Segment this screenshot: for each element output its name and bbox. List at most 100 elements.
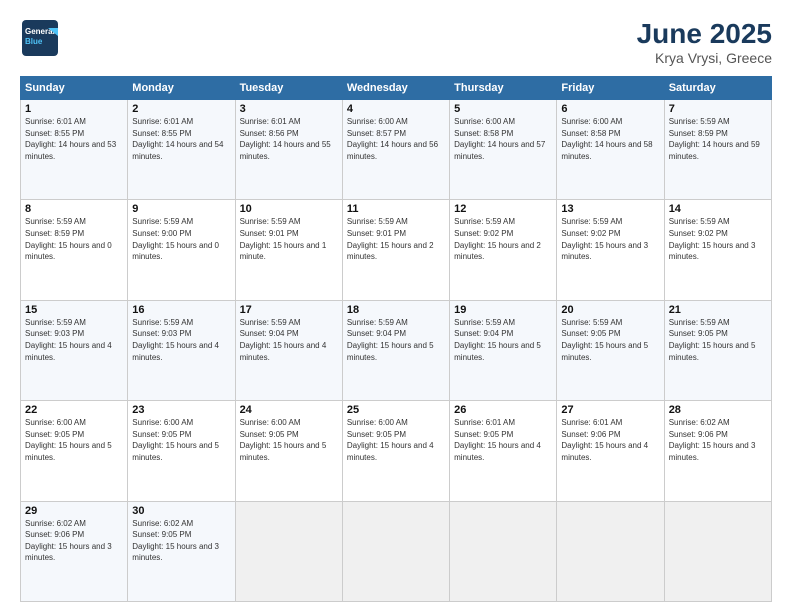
day-number: 16	[132, 304, 230, 316]
day-info: Sunrise: 5:59 AMSunset: 9:03 PMDaylight:…	[25, 317, 123, 363]
calendar-cell	[664, 501, 771, 601]
day-number: 25	[347, 404, 445, 416]
svg-text:Blue: Blue	[25, 37, 43, 46]
calendar-cell: 26 Sunrise: 6:01 AMSunset: 9:05 PMDaylig…	[450, 401, 557, 501]
day-number: 29	[25, 505, 123, 517]
location: Krya Vrysi, Greece	[637, 50, 772, 66]
calendar-cell	[557, 501, 664, 601]
day-info: Sunrise: 5:59 AMSunset: 9:03 PMDaylight:…	[132, 317, 230, 363]
calendar-cell: 13 Sunrise: 5:59 AMSunset: 9:02 PMDaylig…	[557, 200, 664, 300]
day-info: Sunrise: 6:02 AMSunset: 9:06 PMDaylight:…	[25, 518, 123, 564]
day-info: Sunrise: 5:59 AMSunset: 9:04 PMDaylight:…	[347, 317, 445, 363]
calendar-week-row: 22 Sunrise: 6:00 AMSunset: 9:05 PMDaylig…	[21, 401, 772, 501]
day-number: 28	[669, 404, 767, 416]
col-saturday: Saturday	[664, 77, 771, 100]
col-friday: Friday	[557, 77, 664, 100]
day-number: 24	[240, 404, 338, 416]
day-number: 3	[240, 103, 338, 115]
day-info: Sunrise: 5:59 AMSunset: 9:02 PMDaylight:…	[454, 216, 552, 262]
calendar-cell: 15 Sunrise: 5:59 AMSunset: 9:03 PMDaylig…	[21, 300, 128, 400]
day-info: Sunrise: 5:59 AMSunset: 9:02 PMDaylight:…	[669, 216, 767, 262]
calendar-cell: 6 Sunrise: 6:00 AMSunset: 8:58 PMDayligh…	[557, 100, 664, 200]
calendar-cell: 23 Sunrise: 6:00 AMSunset: 9:05 PMDaylig…	[128, 401, 235, 501]
calendar-week-row: 1 Sunrise: 6:01 AMSunset: 8:55 PMDayligh…	[21, 100, 772, 200]
calendar-cell: 29 Sunrise: 6:02 AMSunset: 9:06 PMDaylig…	[21, 501, 128, 601]
day-number: 17	[240, 304, 338, 316]
col-wednesday: Wednesday	[342, 77, 449, 100]
day-number: 12	[454, 203, 552, 215]
day-info: Sunrise: 6:01 AMSunset: 9:06 PMDaylight:…	[561, 417, 659, 463]
calendar-cell	[235, 501, 342, 601]
day-info: Sunrise: 6:00 AMSunset: 8:57 PMDaylight:…	[347, 116, 445, 162]
day-number: 10	[240, 203, 338, 215]
day-number: 30	[132, 505, 230, 517]
calendar-cell: 2 Sunrise: 6:01 AMSunset: 8:55 PMDayligh…	[128, 100, 235, 200]
calendar-cell: 8 Sunrise: 5:59 AMSunset: 8:59 PMDayligh…	[21, 200, 128, 300]
day-info: Sunrise: 6:00 AMSunset: 9:05 PMDaylight:…	[132, 417, 230, 463]
calendar-cell: 21 Sunrise: 5:59 AMSunset: 9:05 PMDaylig…	[664, 300, 771, 400]
day-number: 5	[454, 103, 552, 115]
logo-icon: General Blue	[20, 18, 60, 58]
calendar-cell: 28 Sunrise: 6:02 AMSunset: 9:06 PMDaylig…	[664, 401, 771, 501]
day-info: Sunrise: 6:02 AMSunset: 9:06 PMDaylight:…	[669, 417, 767, 463]
calendar-header-row: Sunday Monday Tuesday Wednesday Thursday…	[21, 77, 772, 100]
day-number: 14	[669, 203, 767, 215]
day-number: 19	[454, 304, 552, 316]
day-info: Sunrise: 6:00 AMSunset: 8:58 PMDaylight:…	[454, 116, 552, 162]
day-info: Sunrise: 6:01 AMSunset: 9:05 PMDaylight:…	[454, 417, 552, 463]
calendar-cell: 18 Sunrise: 5:59 AMSunset: 9:04 PMDaylig…	[342, 300, 449, 400]
calendar-cell: 5 Sunrise: 6:00 AMSunset: 8:58 PMDayligh…	[450, 100, 557, 200]
month-title: June 2025	[637, 18, 772, 50]
day-number: 26	[454, 404, 552, 416]
day-info: Sunrise: 6:00 AMSunset: 9:05 PMDaylight:…	[347, 417, 445, 463]
day-info: Sunrise: 5:59 AMSunset: 9:04 PMDaylight:…	[454, 317, 552, 363]
col-tuesday: Tuesday	[235, 77, 342, 100]
calendar-table: Sunday Monday Tuesday Wednesday Thursday…	[20, 76, 772, 602]
day-info: Sunrise: 5:59 AMSunset: 9:01 PMDaylight:…	[240, 216, 338, 262]
day-info: Sunrise: 5:59 AMSunset: 8:59 PMDaylight:…	[669, 116, 767, 162]
calendar-cell: 17 Sunrise: 5:59 AMSunset: 9:04 PMDaylig…	[235, 300, 342, 400]
calendar-cell: 20 Sunrise: 5:59 AMSunset: 9:05 PMDaylig…	[557, 300, 664, 400]
day-info: Sunrise: 5:59 AMSunset: 9:00 PMDaylight:…	[132, 216, 230, 262]
day-info: Sunrise: 6:01 AMSunset: 8:55 PMDaylight:…	[132, 116, 230, 162]
day-number: 13	[561, 203, 659, 215]
day-number: 1	[25, 103, 123, 115]
calendar-cell: 10 Sunrise: 5:59 AMSunset: 9:01 PMDaylig…	[235, 200, 342, 300]
day-info: Sunrise: 5:59 AMSunset: 9:04 PMDaylight:…	[240, 317, 338, 363]
day-number: 2	[132, 103, 230, 115]
day-number: 8	[25, 203, 123, 215]
calendar-cell: 9 Sunrise: 5:59 AMSunset: 9:00 PMDayligh…	[128, 200, 235, 300]
day-info: Sunrise: 6:02 AMSunset: 9:05 PMDaylight:…	[132, 518, 230, 564]
day-info: Sunrise: 5:59 AMSunset: 9:02 PMDaylight:…	[561, 216, 659, 262]
day-info: Sunrise: 6:00 AMSunset: 9:05 PMDaylight:…	[25, 417, 123, 463]
calendar-cell: 16 Sunrise: 5:59 AMSunset: 9:03 PMDaylig…	[128, 300, 235, 400]
calendar-cell: 22 Sunrise: 6:00 AMSunset: 9:05 PMDaylig…	[21, 401, 128, 501]
day-info: Sunrise: 6:00 AMSunset: 9:05 PMDaylight:…	[240, 417, 338, 463]
calendar-cell: 14 Sunrise: 5:59 AMSunset: 9:02 PMDaylig…	[664, 200, 771, 300]
col-thursday: Thursday	[450, 77, 557, 100]
day-info: Sunrise: 6:01 AMSunset: 8:55 PMDaylight:…	[25, 116, 123, 162]
day-number: 27	[561, 404, 659, 416]
day-number: 20	[561, 304, 659, 316]
calendar-cell: 3 Sunrise: 6:01 AMSunset: 8:56 PMDayligh…	[235, 100, 342, 200]
calendar-cell	[342, 501, 449, 601]
calendar-cell	[450, 501, 557, 601]
calendar-cell: 25 Sunrise: 6:00 AMSunset: 9:05 PMDaylig…	[342, 401, 449, 501]
calendar-week-row: 15 Sunrise: 5:59 AMSunset: 9:03 PMDaylig…	[21, 300, 772, 400]
calendar-cell: 11 Sunrise: 5:59 AMSunset: 9:01 PMDaylig…	[342, 200, 449, 300]
calendar-cell: 30 Sunrise: 6:02 AMSunset: 9:05 PMDaylig…	[128, 501, 235, 601]
col-sunday: Sunday	[21, 77, 128, 100]
header: General Blue June 2025 Krya Vrysi, Greec…	[20, 18, 772, 66]
calendar-week-row: 8 Sunrise: 5:59 AMSunset: 8:59 PMDayligh…	[21, 200, 772, 300]
day-info: Sunrise: 6:01 AMSunset: 8:56 PMDaylight:…	[240, 116, 338, 162]
day-number: 11	[347, 203, 445, 215]
calendar-cell: 7 Sunrise: 5:59 AMSunset: 8:59 PMDayligh…	[664, 100, 771, 200]
day-number: 23	[132, 404, 230, 416]
day-number: 9	[132, 203, 230, 215]
day-info: Sunrise: 5:59 AMSunset: 9:05 PMDaylight:…	[561, 317, 659, 363]
day-number: 22	[25, 404, 123, 416]
day-number: 7	[669, 103, 767, 115]
calendar-cell: 4 Sunrise: 6:00 AMSunset: 8:57 PMDayligh…	[342, 100, 449, 200]
day-number: 4	[347, 103, 445, 115]
calendar-cell: 1 Sunrise: 6:01 AMSunset: 8:55 PMDayligh…	[21, 100, 128, 200]
